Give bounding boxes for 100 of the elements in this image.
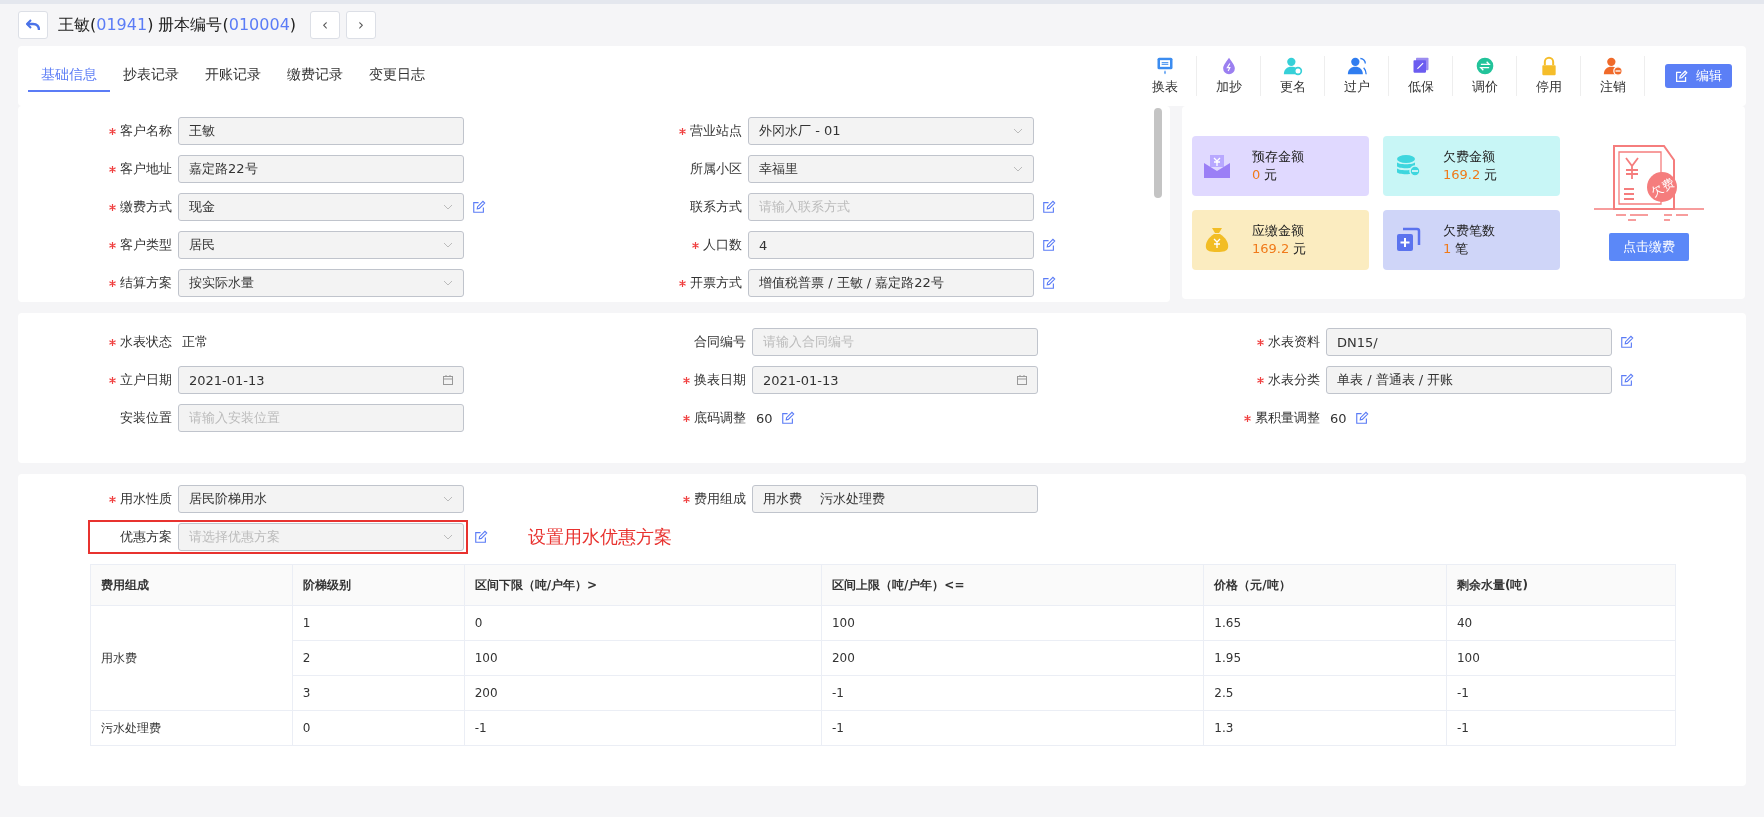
field-label: 水表资料	[1268, 333, 1320, 351]
field-label: 开票方式	[690, 274, 742, 292]
table-cell: 0	[464, 605, 822, 641]
toolbar-button[interactable]: 低保	[1389, 56, 1453, 96]
table-cell: 1.95	[1203, 640, 1447, 676]
field-label: 底码调整	[694, 409, 746, 427]
table-header-cell: 剩余水量(吨)	[1446, 564, 1676, 606]
field-label: 所属小区	[690, 160, 742, 178]
date-field[interactable]: 2021-01-13	[178, 366, 464, 394]
field-label: 累积量调整	[1255, 409, 1320, 427]
back-arrow-icon	[26, 19, 40, 31]
edit-icon[interactable]	[1042, 238, 1056, 252]
exchange-icon	[1474, 56, 1495, 76]
field-label: 优惠方案	[120, 528, 172, 546]
table-cell: 1.3	[1203, 710, 1447, 746]
table-cell: -1	[1446, 675, 1676, 711]
toolbar-button[interactable]: 注销	[1581, 56, 1645, 96]
toolbar-button[interactable]: 过户	[1325, 56, 1389, 96]
table-cell: 100	[464, 640, 822, 676]
select-field[interactable]: 幸福里	[748, 155, 1034, 183]
toolbar-button[interactable]: 换表	[1133, 56, 1197, 96]
select-field[interactable]: 现金	[178, 193, 464, 221]
select-field[interactable]: 按实际水量	[178, 269, 464, 297]
table-cell: 1	[292, 605, 465, 641]
tab[interactable]: 抄表记录	[110, 59, 192, 92]
tag: 用水费	[757, 490, 808, 508]
coins-icon	[1395, 153, 1421, 178]
user-gear-icon	[1282, 56, 1303, 76]
edit-icon[interactable]	[1620, 335, 1634, 349]
field-label: 水表分类	[1268, 371, 1320, 389]
chevron-down-icon	[443, 280, 453, 286]
field-label: 用水性质	[120, 490, 172, 508]
text-field[interactable]: 单表 / 普通表 / 开账	[1326, 366, 1612, 394]
chevron-down-icon	[443, 534, 453, 540]
toolbar-button[interactable]: 调价	[1453, 56, 1517, 96]
chevron-down-icon	[1013, 166, 1023, 172]
card-value: 169.2 元	[1252, 239, 1307, 258]
table-cell: 40	[1446, 605, 1676, 641]
money-bag-icon	[1204, 226, 1230, 253]
field-label: 安装位置	[120, 409, 172, 427]
previous-button[interactable]: ‹	[310, 11, 341, 39]
tab[interactable]: 开账记录	[192, 59, 274, 92]
table-header-cell: 价格（元/吨）	[1203, 564, 1447, 606]
select-field[interactable]: 居民阶梯用水	[178, 485, 464, 513]
scrollbar[interactable]	[1154, 108, 1162, 198]
toolbar-button[interactable]: 停用	[1517, 56, 1581, 96]
table-cell: 0	[292, 710, 465, 746]
text-field[interactable]: 增值税普票 / 王敏 / 嘉定路22号	[748, 269, 1034, 297]
card-label: 应缴金额	[1252, 221, 1305, 240]
edit-icon[interactable]	[780, 411, 795, 425]
table-cell: 1.65	[1203, 605, 1447, 641]
select-field[interactable]: 居民	[178, 231, 464, 259]
field-label: 客户类型	[120, 236, 172, 254]
table-cell: 100	[1446, 640, 1676, 676]
edit-icon[interactable]	[1042, 200, 1056, 214]
table-cell: -1	[821, 675, 1204, 711]
edit-icon[interactable]	[1620, 373, 1634, 387]
field-value: 正常	[181, 333, 208, 351]
next-button[interactable]: ›	[346, 11, 377, 39]
copy-plus-icon	[1395, 226, 1421, 253]
text-field[interactable]: 嘉定路22号	[178, 155, 464, 183]
edit-icon[interactable]	[1354, 411, 1369, 425]
field-label: 客户名称	[120, 122, 172, 140]
toolbar-button[interactable]: 更名	[1261, 56, 1325, 96]
back-button[interactable]	[18, 11, 48, 39]
tab[interactable]: 基础信息	[28, 59, 110, 92]
field-label: 营业站点	[690, 122, 742, 140]
table-cell: -1	[821, 710, 1204, 746]
user-minus-icon	[1602, 56, 1623, 76]
table-cell: 200	[821, 640, 1204, 676]
card-value: 1 笔	[1443, 239, 1470, 258]
tag-field[interactable]: 用水费 污水处理费	[752, 485, 1038, 513]
table-cell: 2	[292, 640, 465, 676]
field-label: 人口数	[703, 236, 742, 254]
overdue-invoice-drawing: 欠费	[1594, 144, 1704, 229]
text-field[interactable]: DN15/	[1326, 328, 1612, 356]
tab[interactable]: 变更日志	[356, 59, 438, 92]
table-cell: 3	[292, 675, 465, 711]
text-field[interactable]: 4	[748, 231, 1034, 259]
calendar-icon	[1017, 375, 1027, 385]
edit-icon[interactable]	[472, 200, 486, 214]
toolbar-button[interactable]: 加抄	[1197, 56, 1261, 96]
table-header-cell: 费用组成	[90, 564, 293, 606]
select-field[interactable]: 外冈水厂 - 01	[748, 117, 1034, 145]
card-label: 欠费笔数	[1443, 221, 1495, 240]
text-field[interactable]: 王敏	[178, 117, 464, 145]
tab[interactable]: 缴费记录	[274, 59, 356, 92]
field-value: 60	[1329, 410, 1347, 426]
table-cell: -1	[1446, 710, 1676, 746]
card-value: 0 元	[1252, 165, 1279, 184]
date-field[interactable]: 2021-01-13	[752, 366, 1038, 394]
field-label: 合同编号	[694, 333, 746, 351]
field-label: 立户日期	[120, 371, 172, 389]
annotation-text: 设置用水优惠方案	[528, 525, 672, 549]
edit-icon[interactable]	[1042, 276, 1056, 290]
edit-icon[interactable]	[474, 530, 488, 544]
field-label: 水表状态	[120, 333, 172, 351]
edit-button[interactable]: 编辑	[1665, 64, 1732, 88]
calendar-icon	[443, 375, 453, 385]
users-icon	[1346, 56, 1367, 76]
